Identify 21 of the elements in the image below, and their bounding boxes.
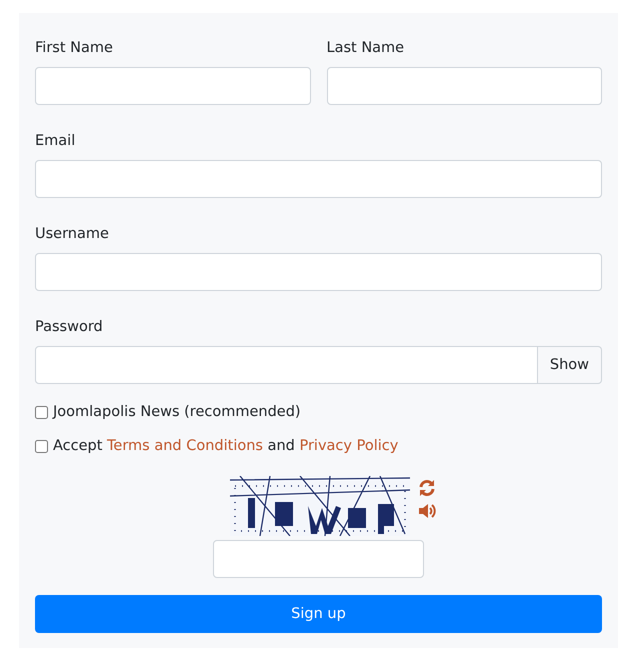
sign-up-button[interactable]: Sign up [35,595,602,633]
policy-link[interactable]: Terms and Conditions [107,438,263,454]
text-field[interactable] [35,253,602,291]
text-field[interactable] [35,160,602,198]
checkbox-label: Accept Terms and Conditions and Privacy Policy [53,438,398,454]
captcha-field[interactable] [212,540,424,578]
speaker-icon[interactable] [418,503,438,519]
field-label: Last Name [326,39,404,58]
field-label: Password [35,318,103,337]
text-field[interactable] [326,67,602,105]
field-label: Email [35,132,76,151]
checkbox[interactable] [35,440,48,452]
checkbox[interactable] [35,406,48,418]
checkbox-label: Joomlapolis News (recommended) [53,404,301,420]
field-label: Username [35,225,109,244]
policy-link[interactable]: Privacy Policy [299,438,398,454]
field-label: First Name [35,39,113,58]
show-password-button[interactable]: Show [538,346,602,384]
text-field[interactable] [35,67,310,105]
refresh-icon[interactable] [418,479,436,497]
password-field[interactable] [35,346,538,384]
